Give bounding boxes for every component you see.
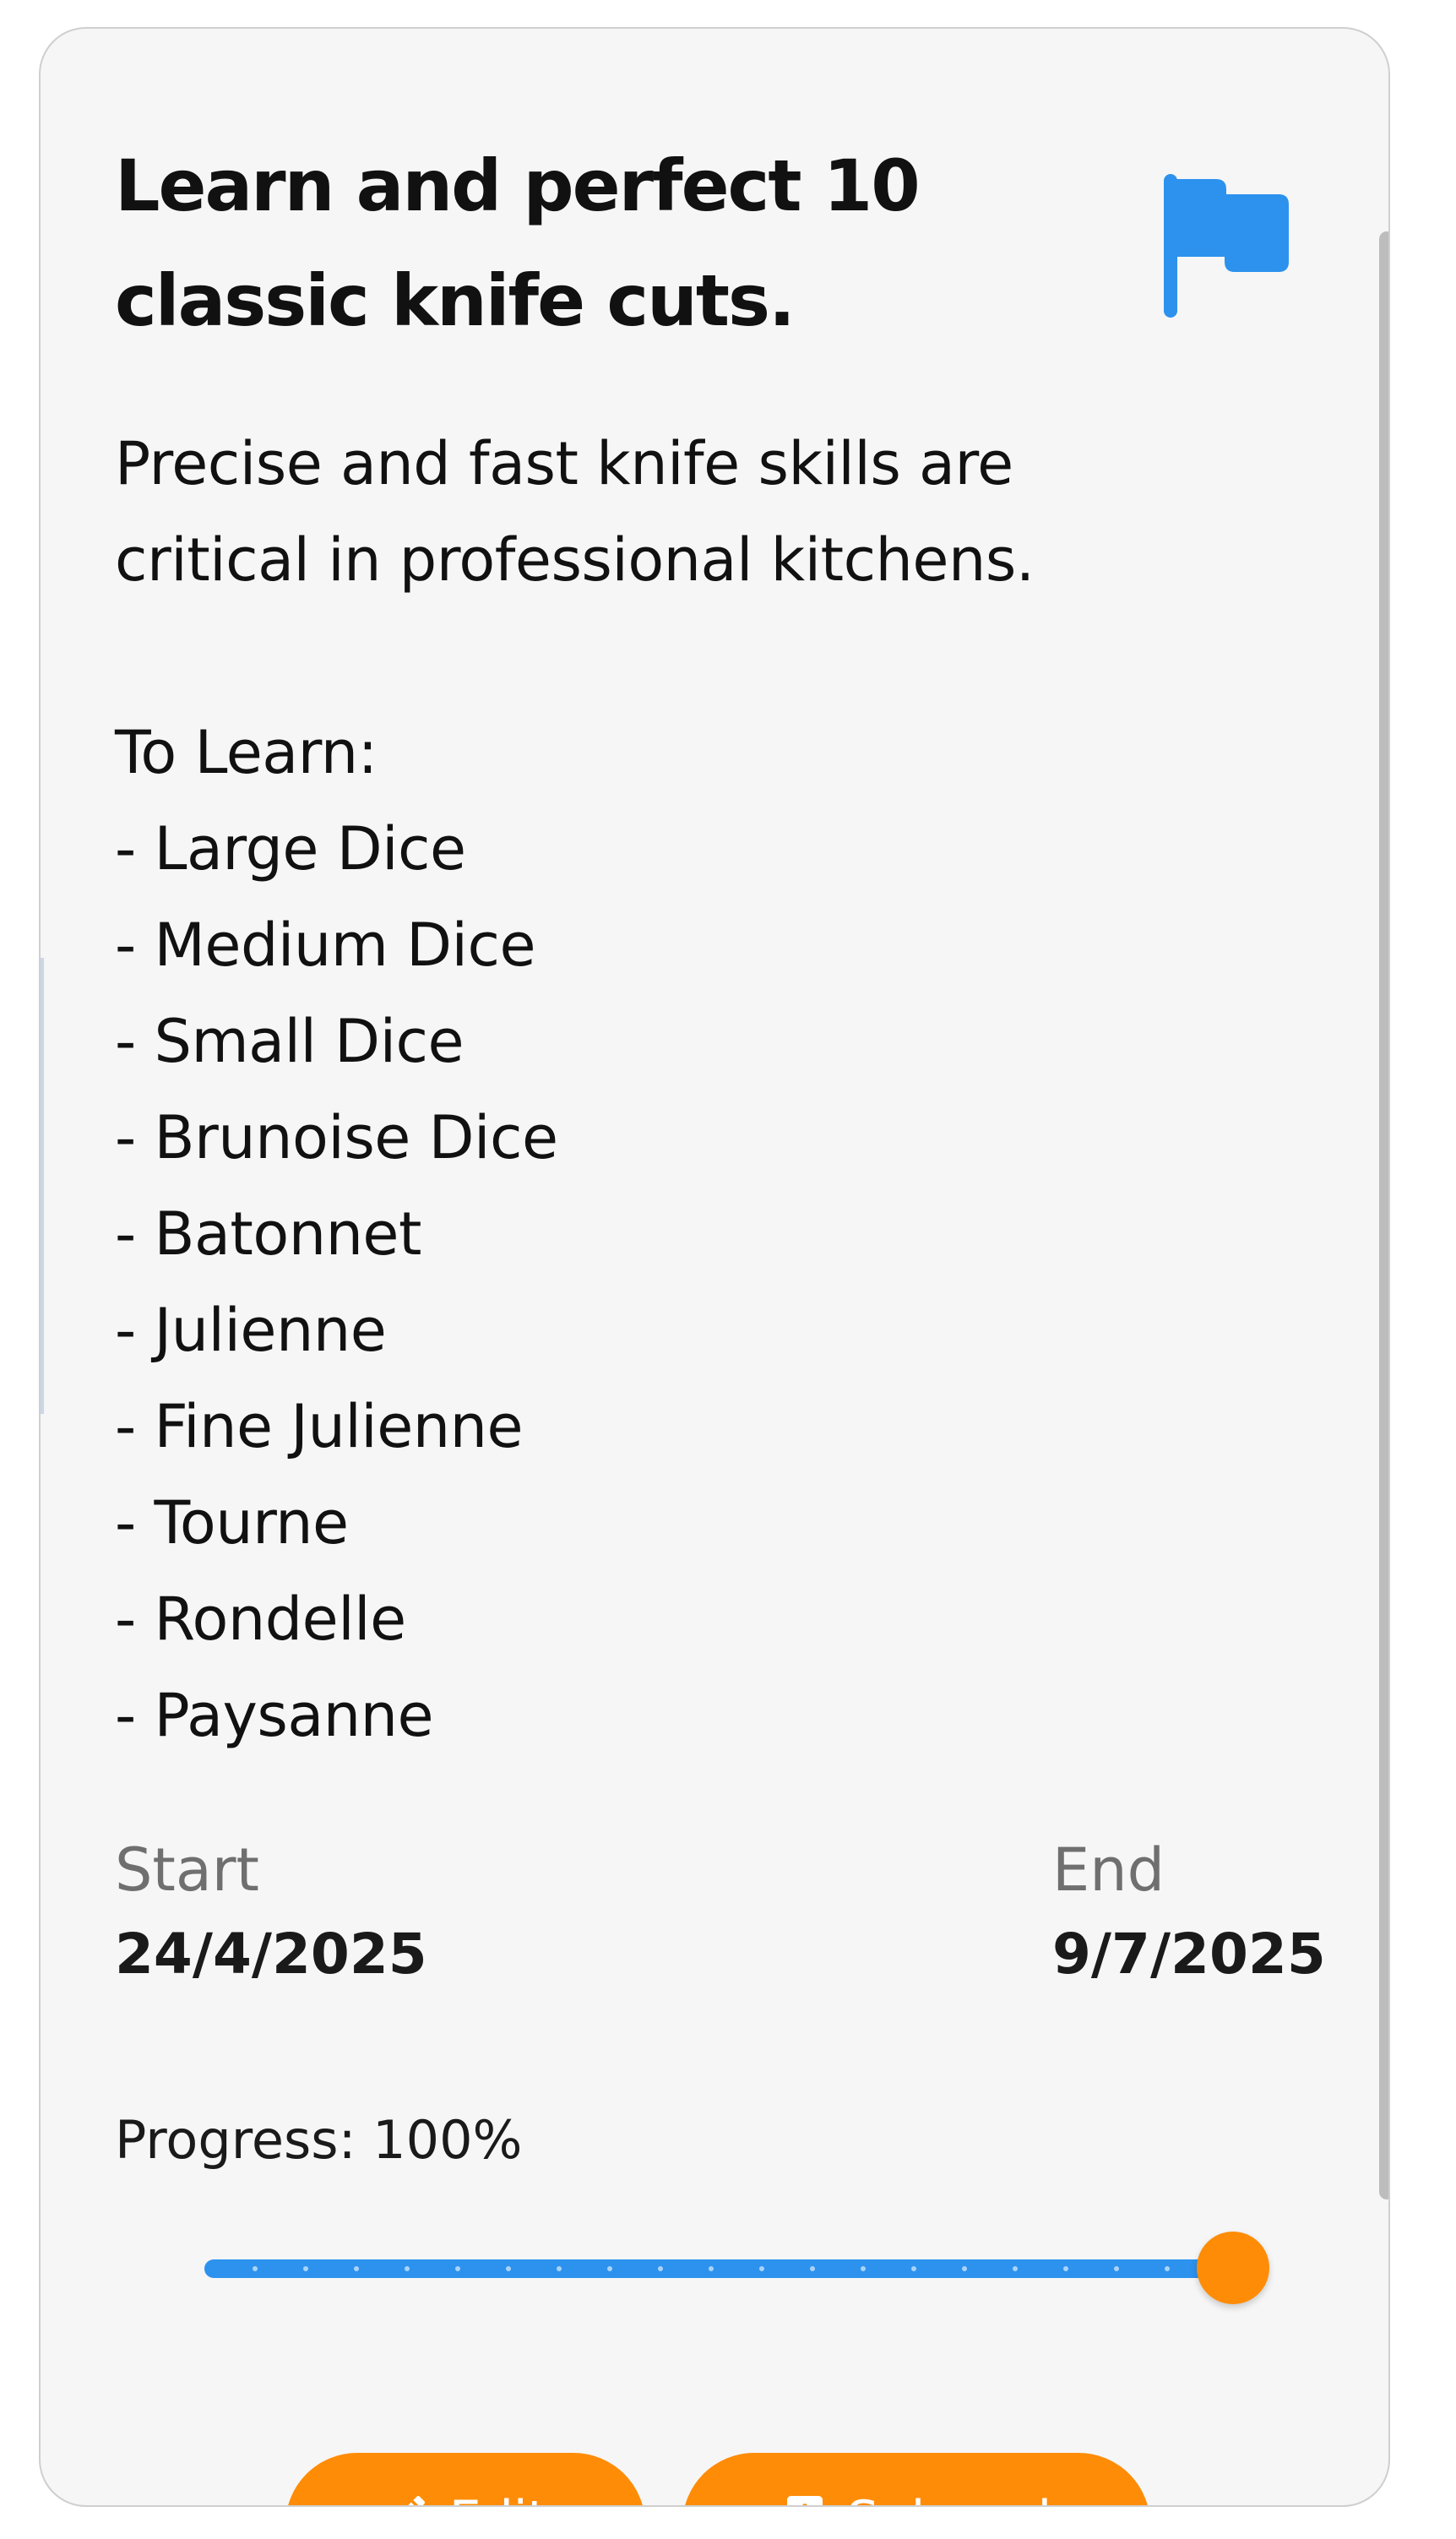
slider-tick [405, 2266, 410, 2271]
slider-tick [709, 2266, 714, 2271]
subgoal-button-label: Subgoal [847, 2490, 1051, 2505]
start-date-value: 24/4/2025 [115, 1922, 427, 1987]
slider-tick [911, 2266, 916, 2271]
list-item: - Paysanne [115, 1681, 434, 1750]
slider-thumb[interactable] [1197, 2232, 1269, 2304]
end-date-label: End [1052, 1835, 1165, 1905]
start-date-label: Start [115, 1835, 260, 1905]
progress-slider[interactable] [204, 2225, 1269, 2309]
list-item: - Large Dice [115, 814, 466, 883]
description-line: critical in professional kitchens. [115, 525, 1035, 595]
flag-icon[interactable] [1164, 174, 1290, 318]
start-date: Start 24/4/2025 [115, 1828, 427, 1997]
list-item: - Small Dice [115, 1007, 465, 1076]
edit-button-label: Edit [449, 2490, 547, 2505]
dates-row: Start 24/4/2025 End 9/7/2025 [115, 1828, 1348, 1997]
slider-tick [607, 2266, 612, 2271]
list-item: - Julienne [115, 1296, 387, 1365]
slider-tick [455, 2266, 460, 2271]
list-item: - Fine Julienne [115, 1392, 524, 1461]
slider-tick [253, 2266, 258, 2271]
slider-tick [557, 2266, 562, 2271]
goal-title: Learn and perfect 10 classic knife cuts. [115, 144, 921, 342]
list-item: - Batonnet [115, 1199, 421, 1269]
slider-tick [861, 2266, 866, 2271]
to-learn-heading: To Learn: [115, 718, 378, 787]
list-item: - Brunoise Dice [115, 1103, 558, 1172]
slider-tick [1063, 2266, 1068, 2271]
description-line: Precise and fast knife skills are [115, 429, 1013, 498]
slider-tick [303, 2266, 308, 2271]
slider-tick [1013, 2266, 1018, 2271]
slider-tick [810, 2266, 815, 2271]
goal-card: Learn and perfect 10 classic knife cuts.… [39, 27, 1390, 2507]
slider-tick [1114, 2266, 1119, 2271]
to-learn-list: - Large Dice - Medium Dice - Small Dice … [115, 801, 1280, 1764]
list-item: - Rondelle [115, 1585, 406, 1654]
scrollbar[interactable] [1379, 231, 1388, 2199]
end-date: End 9/7/2025 [1052, 1828, 1326, 1997]
pencil-icon [408, 2496, 425, 2505]
list-item: - Medium Dice [115, 911, 536, 980]
progress-label: Progress: 100% [115, 2109, 523, 2171]
slider-tick [506, 2266, 511, 2271]
end-date-value: 9/7/2025 [1052, 1922, 1326, 1987]
slider-tick [1165, 2266, 1170, 2271]
card-edge-accent [41, 958, 44, 1414]
add-box-icon [786, 2496, 823, 2505]
add-subgoal-button[interactable]: Subgoal [682, 2453, 1150, 2505]
slider-tick [759, 2266, 764, 2271]
edit-button[interactable]: Edit [285, 2453, 645, 2505]
slider-tick [354, 2266, 359, 2271]
slider-ticks [204, 2264, 1218, 2273]
goal-description: Precise and fast knife skills are critic… [115, 416, 1280, 1764]
slider-tick [658, 2266, 663, 2271]
slider-tick [962, 2266, 967, 2271]
list-item: - Tourne [115, 1488, 349, 1558]
